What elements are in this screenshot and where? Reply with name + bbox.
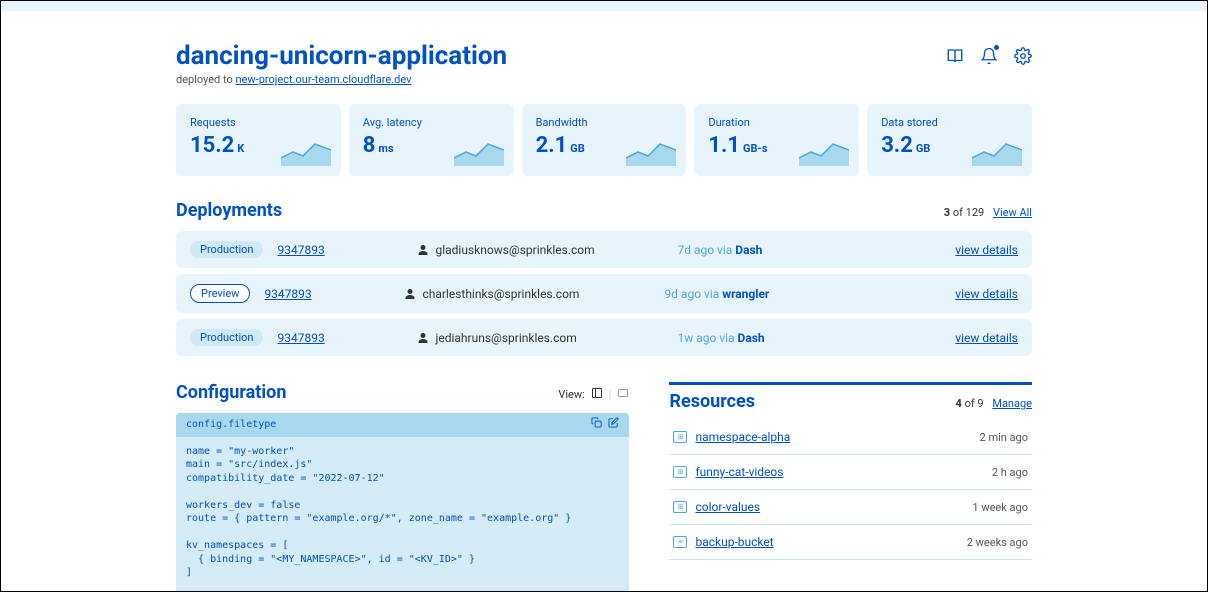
resource-link[interactable]: namespace-alpha (695, 430, 790, 444)
config-filename: config.filetype (186, 418, 276, 432)
top-stripe (1, 1, 1207, 11)
metric-value: 8 ms (363, 133, 394, 158)
view-details-link[interactable]: view details (955, 243, 1018, 257)
view-code-icon[interactable] (591, 387, 603, 402)
app-title: dancing-unicorn-application (176, 41, 507, 71)
deployment-row: Production 9347893gladiusknows@sprinkles.… (176, 231, 1032, 268)
user-icon (417, 244, 429, 256)
deployment-row: Production 9347893jediahruns@sprinkles.co… (176, 319, 1032, 356)
user-icon (404, 288, 416, 300)
resource-time: 2 h ago (992, 466, 1028, 479)
deployment-id-link[interactable]: 9347893 (277, 331, 417, 345)
metric-label: Duration (708, 116, 845, 129)
configuration-panel: Configuration View: | config.filetype (176, 382, 629, 592)
view-toggle: View: | (558, 387, 629, 402)
resource-time: 2 min ago (980, 431, 1028, 444)
deployments-header: Deployments 3 of 129 View All (176, 200, 1032, 221)
deployed-url-link[interactable]: new-project.our-team.cloudflare.dev (235, 73, 411, 86)
resource-row: ⊞ funny-cat-videos 2 h ago (669, 455, 1032, 490)
deployment-time: 1w ago via Dash (677, 331, 877, 345)
resources-list: ⊞ namespace-alpha 2 min ago ⊞ funny-cat-vide… (669, 420, 1032, 560)
deployment-row: Preview 9347893charlesthinks@sprinkles.co… (176, 274, 1032, 313)
resources-title: Resources (669, 391, 755, 412)
resources-total: 9 (977, 397, 983, 410)
view-details-link[interactable]: view details (955, 331, 1018, 345)
docs-icon[interactable] (946, 47, 964, 69)
resource-row: ⊞ color-values 1 week ago (669, 490, 1032, 525)
deployment-user: charlesthinks@sprinkles.com (404, 287, 664, 301)
view-details-link[interactable]: view details (955, 287, 1018, 301)
deployments-count: 3 of 129 View All (944, 206, 1032, 219)
resource-type-icon: ⊞ (673, 466, 687, 478)
metric-card[interactable]: Duration 1.1 GB-s (694, 104, 859, 176)
separator: | (609, 388, 612, 401)
resource-row: ⊞ namespace-alpha 2 min ago (669, 420, 1032, 455)
view-form-icon[interactable] (617, 387, 629, 402)
deployments-list: Production9347893gladiusknows@sprinkles.… (176, 231, 1032, 356)
resource-link[interactable]: funny-cat-videos (695, 465, 783, 479)
resource-type-icon: ⊞ (673, 431, 687, 443)
resource-type-icon: ⊞ (673, 501, 687, 513)
deployment-user: gladiusknows@sprinkles.com (417, 243, 677, 257)
metric-card[interactable]: Avg. latency 8 ms (349, 104, 514, 176)
config-title: Configuration (176, 382, 286, 403)
deployment-id-link[interactable]: 9347893 (277, 243, 417, 257)
config-code: name = "my-worker" main = "src/index.js"… (176, 437, 629, 592)
resources-panel: Resources 4 of 9 Manage ⊞ namespace-alpha… (669, 382, 1032, 592)
env-badge: Preview (190, 284, 250, 303)
deployment-time: 7d ago via Dash (677, 243, 877, 257)
resource-row: ≡ backup-bucket 2 weeks ago (669, 525, 1032, 560)
manage-link[interactable]: Manage (992, 397, 1032, 410)
of-label: of (962, 397, 978, 410)
settings-icon[interactable] (1014, 47, 1032, 69)
deployed-prefix: deployed to (176, 73, 235, 86)
copy-icon[interactable] (591, 417, 602, 433)
code-block: config.filetype name = "my-worker" main … (176, 413, 629, 592)
metric-value: 3.2 GB (881, 133, 930, 158)
deployment-id-link[interactable]: 9347893 (264, 287, 404, 301)
metric-value: 2.1 GB (536, 133, 585, 158)
metric-label: Data stored (881, 116, 1018, 129)
metric-label: Avg. latency (363, 116, 500, 129)
metric-card[interactable]: Requests 15.2 K (176, 104, 341, 176)
view-all-link[interactable]: View All (993, 206, 1032, 219)
resource-type-icon: ≡ (673, 536, 687, 548)
resource-time: 1 week ago (972, 501, 1028, 514)
env-badge: Production (190, 241, 263, 258)
notifications-icon[interactable] (980, 47, 998, 69)
metric-card[interactable]: Data stored 3.2 GB (867, 104, 1032, 176)
deployed-subtitle: deployed to new-project.our-team.cloudfl… (176, 73, 507, 86)
resource-link[interactable]: color-values (695, 500, 760, 514)
metric-label: Bandwidth (536, 116, 673, 129)
of-label: of (950, 206, 966, 219)
resources-count: 4 of 9 Manage (956, 397, 1032, 410)
page-header: dancing-unicorn-application deployed to … (176, 41, 1032, 86)
metric-card[interactable]: Bandwidth 2.1 GB (522, 104, 687, 176)
deployments-title: Deployments (176, 200, 282, 221)
env-badge: Production (190, 329, 263, 346)
user-icon (417, 332, 429, 344)
metric-value: 1.1 GB-s (708, 133, 767, 158)
deployment-user: jediahruns@sprinkles.com (417, 331, 677, 345)
deployment-time: 9d ago via wrangler (664, 287, 864, 301)
metric-value: 15.2 K (190, 133, 244, 158)
metrics-row: Requests 15.2 K Avg. latency 8 ms Bandwidth 2… (176, 104, 1032, 176)
edit-icon[interactable] (608, 417, 619, 433)
view-label: View: (558, 388, 584, 401)
resource-time: 2 weeks ago (967, 536, 1028, 549)
deployments-total: 129 (966, 206, 985, 219)
metric-label: Requests (190, 116, 327, 129)
resource-link[interactable]: backup-bucket (695, 535, 773, 549)
